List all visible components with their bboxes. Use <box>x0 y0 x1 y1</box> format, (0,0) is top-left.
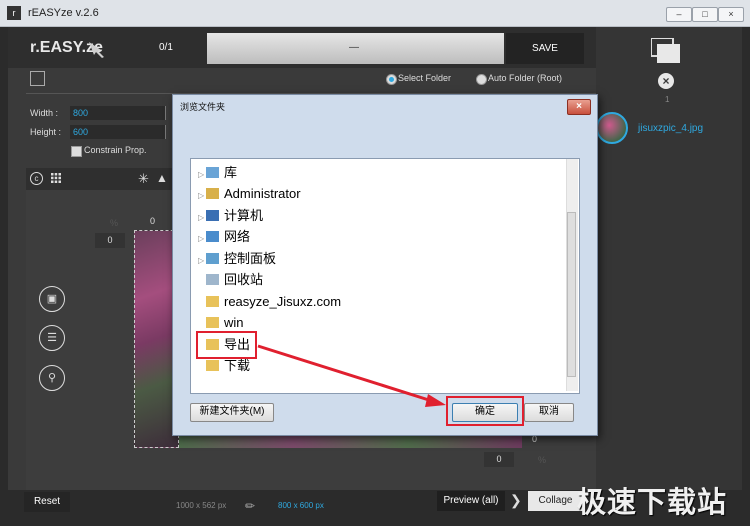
network-icon <box>206 231 219 242</box>
user-folder-icon <box>206 188 219 199</box>
height-label: Height : <box>30 127 62 137</box>
tree-item-label: 控制面板 <box>224 251 277 266</box>
preview-all-button[interactable]: Preview (all) <box>437 491 505 511</box>
maximize-icon[interactable]: □ <box>692 7 718 22</box>
grid-icon[interactable] <box>51 173 61 183</box>
scrollbar-thumb[interactable] <box>567 212 576 377</box>
offset-value: 0 <box>150 216 156 226</box>
highlight-box <box>196 331 257 359</box>
ruler-icon: ✏ <box>245 499 256 513</box>
image-filename[interactable]: jisuxzpic_4.jpg <box>638 123 703 134</box>
percent-label: % <box>110 218 119 228</box>
tree-item-label: Administrator <box>224 186 301 201</box>
library-icon <box>206 167 219 178</box>
save-disk-icon[interactable]: ▣ <box>39 286 65 312</box>
expand-arrow-icon[interactable]: ▷ <box>198 186 206 206</box>
progress-dash: — <box>349 42 359 53</box>
offset-field[interactable]: 0 <box>484 452 514 467</box>
computer-icon <box>206 210 219 221</box>
tree-item-label: 回收站 <box>224 272 264 287</box>
dialog-close-icon[interactable]: × <box>567 99 591 115</box>
auto-folder-radio[interactable] <box>476 74 487 85</box>
tree-item-reasyze[interactable]: reasyze_Jisuxz.com <box>198 292 341 312</box>
expand-arrow-icon[interactable]: ▷ <box>198 165 206 185</box>
tree-item-label: win <box>224 315 244 330</box>
tree-item-download[interactable]: 下载 <box>198 356 250 376</box>
folder-icon[interactable] <box>30 71 45 86</box>
tree-item-label: 下载 <box>224 358 251 373</box>
folder-icon <box>206 296 219 307</box>
source-size: 1000 x 562 px <box>176 501 227 510</box>
recycle-bin-icon <box>206 274 219 285</box>
tree-item-network[interactable]: ▷ 网络 <box>198 227 250 247</box>
remove-image-icon[interactable]: × <box>658 73 674 89</box>
close-icon[interactable]: × <box>718 7 744 22</box>
constrain-label: Constrain Prop. <box>84 145 147 155</box>
height-field[interactable]: 600 <box>70 125 166 139</box>
document-icon[interactable]: ☰ <box>39 325 65 351</box>
new-folder-button[interactable]: 新建文件夹(M) <box>190 403 274 422</box>
window-titlebar <box>0 0 750 27</box>
tree-item-label: 计算机 <box>224 208 264 223</box>
tree-item-library[interactable]: ▷ 库 <box>198 163 237 183</box>
window-title: rEASYze v.2.6 <box>28 7 99 19</box>
highlight-box <box>446 396 524 426</box>
tree-item-label: 网络 <box>224 229 251 244</box>
constrain-checkbox[interactable] <box>71 146 82 157</box>
folder-icon <box>206 317 219 328</box>
tree-item-computer[interactable]: ▷ 计算机 <box>198 206 263 226</box>
width-field[interactable]: 800 <box>70 106 166 120</box>
app-icon: r <box>7 6 21 20</box>
auto-folder-label: Auto Folder (Root) <box>488 73 563 83</box>
pointer-hand-icon <box>89 42 104 58</box>
image-thumbnail[interactable] <box>596 112 628 144</box>
reset-button[interactable]: Reset <box>24 492 70 512</box>
flip-icon[interactable]: ▲ <box>156 171 168 185</box>
tree-item-win[interactable]: win <box>198 313 244 333</box>
percent-label: % <box>538 455 547 465</box>
select-folder-radio[interactable] <box>386 74 397 85</box>
zoom-icon[interactable]: ⚲ <box>39 365 65 391</box>
dialog-title: 浏览文件夹 <box>180 102 226 112</box>
tree-item-administrator[interactable]: ▷ Administrator <box>198 184 301 204</box>
cancel-button[interactable]: 取消 <box>524 403 574 422</box>
chevron-right-icon: ❯ <box>510 492 522 508</box>
offset-field[interactable]: 0 <box>95 233 125 248</box>
target-size: 800 x 600 px <box>278 501 324 510</box>
save-button[interactable]: SAVE <box>506 33 584 64</box>
tree-item-label: 库 <box>224 165 238 180</box>
brightness-icon[interactable]: ✳ <box>138 171 149 187</box>
width-label: Width : <box>30 108 59 118</box>
tree-item-control-panel[interactable]: ▷ 控制面板 <box>198 249 276 269</box>
collage-button[interactable]: Collage <box>528 491 583 511</box>
folder-icon <box>206 360 219 371</box>
control-panel-icon <box>206 253 219 264</box>
expand-arrow-icon[interactable]: ▷ <box>198 208 206 228</box>
image-counter: 0/1 <box>159 42 173 53</box>
expand-arrow-icon[interactable]: ▷ <box>198 229 206 249</box>
select-folder-label: Select Folder <box>398 73 452 83</box>
minimize-icon[interactable]: – <box>666 7 692 22</box>
watermark: 极速下载站 <box>577 487 728 519</box>
image-count: 1 <box>665 95 670 104</box>
copyright-icon[interactable]: c <box>30 172 43 185</box>
image-stack-icon[interactable] <box>651 38 681 64</box>
tree-item-label: reasyze_Jisuxz.com <box>224 294 342 309</box>
expand-arrow-icon[interactable]: ▷ <box>198 251 206 271</box>
tree-item-recycle-bin[interactable]: 回收站 <box>198 270 263 290</box>
